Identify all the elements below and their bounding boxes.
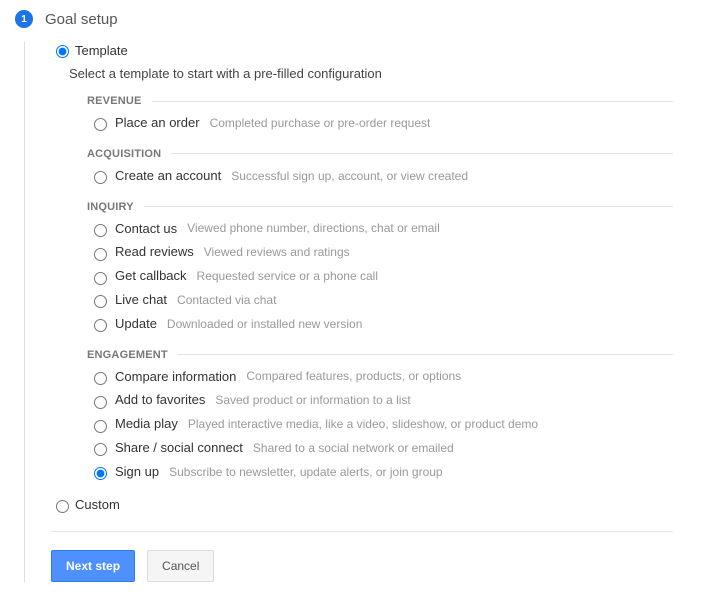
option-template-radio[interactable] bbox=[56, 45, 69, 58]
option-custom[interactable]: Custom bbox=[51, 497, 673, 513]
next-step-button[interactable]: Next step bbox=[51, 550, 135, 582]
category-title: ACQUISITION bbox=[87, 148, 161, 160]
goal-desc: Saved product or information to a list bbox=[215, 391, 410, 410]
category: INQUIRY Contact us Viewed phone number, di… bbox=[87, 201, 673, 335]
goal-radio[interactable] bbox=[94, 396, 107, 409]
goal-label: Create an account bbox=[115, 166, 221, 187]
step-header: 1 Goal setup bbox=[15, 10, 673, 28]
goal-option[interactable]: Contact us Viewed phone number, direction… bbox=[89, 219, 673, 240]
category-title: ENGAGEMENT bbox=[87, 349, 168, 361]
category-title-row: REVENUE bbox=[87, 95, 673, 107]
step-title: Goal setup bbox=[45, 11, 118, 28]
category: ENGAGEMENT Compare information Compared fe… bbox=[87, 349, 673, 483]
goal-option[interactable]: Get callback Requested service or a phone… bbox=[89, 266, 673, 287]
goal-option[interactable]: Create an account Successful sign up, acc… bbox=[89, 166, 673, 187]
goal-label: Add to favorites bbox=[115, 390, 205, 411]
button-row: Next step Cancel bbox=[51, 531, 673, 582]
goal-desc: Completed purchase or pre-order request bbox=[210, 114, 431, 133]
goal-label: Read reviews bbox=[115, 242, 194, 263]
goal-option[interactable]: Place an order Completed purchase or pre-… bbox=[89, 113, 673, 134]
goal-radio[interactable] bbox=[94, 295, 107, 308]
goal-desc: Shared to a social network or emailed bbox=[253, 439, 454, 458]
option-custom-radio[interactable] bbox=[56, 500, 69, 513]
goal-radio[interactable] bbox=[94, 118, 107, 131]
goal-label: Sign up bbox=[115, 462, 159, 483]
divider bbox=[152, 101, 673, 102]
goal-option[interactable]: Live chat Contacted via chat bbox=[89, 290, 673, 311]
goal-radio[interactable] bbox=[94, 467, 107, 480]
goal-option[interactable]: Media play Played interactive media, like… bbox=[89, 414, 673, 435]
goal-label: Media play bbox=[115, 414, 178, 435]
goal-desc: Viewed phone number, directions, chat or… bbox=[187, 219, 440, 238]
goal-label: Place an order bbox=[115, 113, 200, 134]
divider bbox=[144, 206, 673, 207]
goal-desc: Compared features, products, or options bbox=[246, 367, 461, 386]
goal-desc: Downloaded or installed new version bbox=[167, 315, 362, 334]
goal-desc: Successful sign up, account, or view cre… bbox=[231, 167, 468, 186]
goal-radio[interactable] bbox=[94, 319, 107, 332]
option-template-label: Template bbox=[75, 43, 128, 58]
category-title: INQUIRY bbox=[87, 201, 134, 213]
category-title-row: ACQUISITION bbox=[87, 148, 673, 160]
category-title: REVENUE bbox=[87, 95, 142, 107]
step-number-badge: 1 bbox=[15, 10, 33, 28]
intro-text: Select a template to start with a pre-fi… bbox=[69, 66, 673, 81]
category-title-row: INQUIRY bbox=[87, 201, 673, 213]
goal-label: Update bbox=[115, 314, 157, 335]
goal-radio[interactable] bbox=[94, 248, 107, 261]
option-custom-label: Custom bbox=[75, 497, 120, 512]
goal-label: Live chat bbox=[115, 290, 167, 311]
category: REVENUE Place an order Completed purchase … bbox=[87, 95, 673, 134]
goal-option[interactable]: Update Downloaded or installed new versio… bbox=[89, 314, 673, 335]
goal-label: Share / social connect bbox=[115, 438, 243, 459]
goal-option[interactable]: Read reviews Viewed reviews and ratings bbox=[89, 242, 673, 263]
goal-option[interactable]: Compare information Compared features, pr… bbox=[89, 367, 673, 388]
goal-desc: Contacted via chat bbox=[177, 291, 276, 310]
cancel-button[interactable]: Cancel bbox=[147, 550, 214, 582]
category-title-row: ENGAGEMENT bbox=[87, 349, 673, 361]
divider bbox=[171, 153, 673, 154]
goal-desc: Played interactive media, like a video, … bbox=[188, 415, 538, 434]
goal-option[interactable]: Sign up Subscribe to newsletter, update a… bbox=[89, 462, 673, 483]
option-template[interactable]: Template bbox=[51, 42, 673, 58]
step-body: Template Select a template to start with… bbox=[24, 42, 673, 582]
goal-desc: Viewed reviews and ratings bbox=[204, 243, 350, 262]
goal-radio[interactable] bbox=[94, 272, 107, 285]
goal-label: Compare information bbox=[115, 367, 236, 388]
goal-label: Contact us bbox=[115, 219, 177, 240]
goal-label: Get callback bbox=[115, 266, 187, 287]
goal-radio[interactable] bbox=[94, 171, 107, 184]
goal-option[interactable]: Add to favorites Saved product or informa… bbox=[89, 390, 673, 411]
divider bbox=[178, 354, 673, 355]
goal-radio[interactable] bbox=[94, 372, 107, 385]
goal-desc: Requested service or a phone call bbox=[197, 267, 378, 286]
goal-desc: Subscribe to newsletter, update alerts, … bbox=[169, 463, 443, 482]
goal-radio[interactable] bbox=[94, 224, 107, 237]
goal-radio[interactable] bbox=[94, 443, 107, 456]
goal-option[interactable]: Share / social connect Shared to a social… bbox=[89, 438, 673, 459]
category: ACQUISITION Create an account Successful s… bbox=[87, 148, 673, 187]
goal-radio[interactable] bbox=[94, 420, 107, 433]
